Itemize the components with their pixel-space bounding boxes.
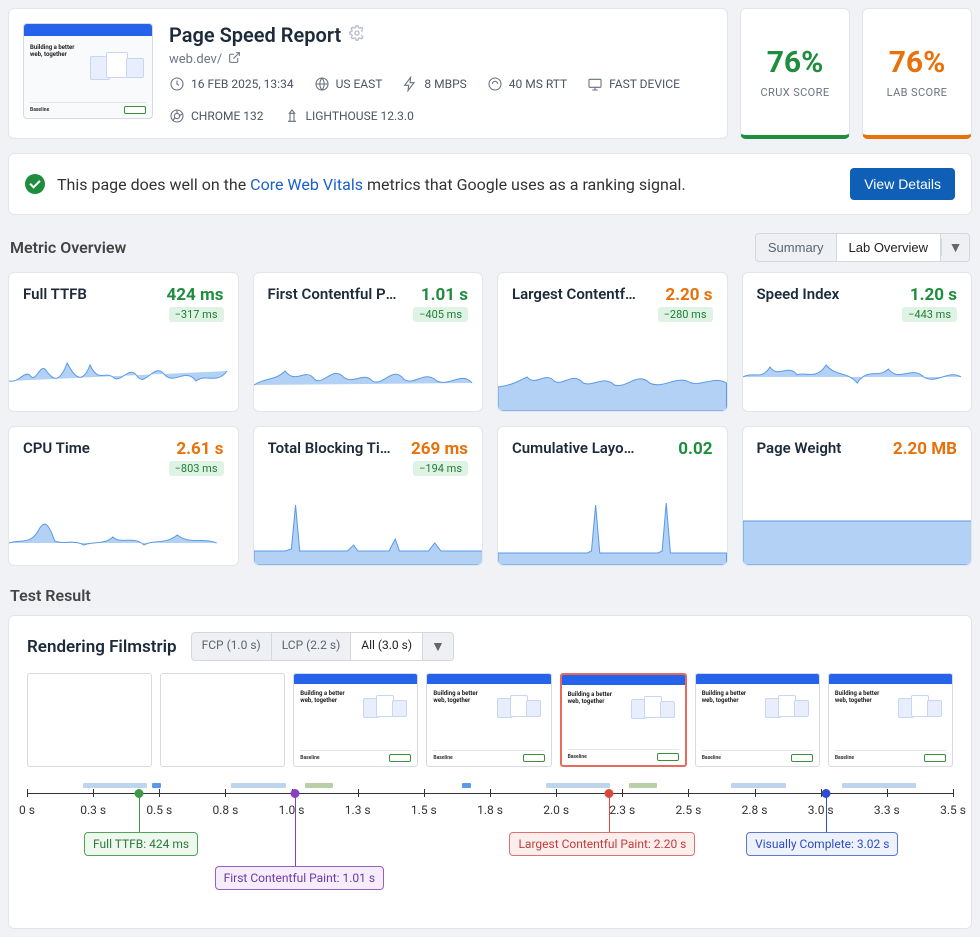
metric-value: 1.01 s xyxy=(421,285,468,305)
rtt-icon xyxy=(487,76,503,92)
metric-delta: −194 ms xyxy=(413,461,468,476)
filmstrip-frame[interactable]: Building a better web, together Baseline xyxy=(293,673,418,767)
report-header-card: Building a better web, together Baseline… xyxy=(8,8,728,139)
external-link-icon[interactable] xyxy=(228,51,241,68)
segment-lab-overview[interactable]: Lab Overview xyxy=(836,234,941,261)
test-meta: 16 FEB 2025, 13:34 US EAST 8 MBPS 40 MS … xyxy=(169,76,713,124)
metric-value: 2.20 s xyxy=(665,285,712,305)
metric-name: First Contentful Pa… xyxy=(268,285,398,305)
filmstrip-frame[interactable]: Building a better web, together Baseline xyxy=(695,673,820,767)
metric-delta: −280 ms xyxy=(658,307,713,322)
cwv-banner: This page does well on the Core Web Vita… xyxy=(8,153,972,215)
pill-lcp[interactable]: LCP (2.2 s) xyxy=(272,633,352,660)
device-icon xyxy=(587,76,603,92)
sparkline xyxy=(743,341,972,411)
timeline-marker-label: First Contentful Paint: 1.01 s xyxy=(215,866,384,890)
metric-delta: −317 ms xyxy=(169,307,224,322)
metric-value: 424 ms xyxy=(167,285,224,305)
overview-segment-control: Summary Lab Overview ▼ xyxy=(755,233,970,262)
sparkline xyxy=(498,495,727,565)
filmstrip-frame[interactable] xyxy=(160,673,285,767)
metric-name: Largest Contentful… xyxy=(512,285,642,305)
metric-delta: −803 ms xyxy=(169,461,224,476)
filmstrip-frame[interactable]: Building a better web, together Baseline xyxy=(560,673,687,767)
lab-score-value: 76% xyxy=(889,45,946,80)
metric-value: 2.61 s xyxy=(176,439,223,459)
timeline-marker-label: Largest Contentful Paint: 2.20 s xyxy=(509,832,695,856)
timeline-marker-label: Visually Complete: 3.02 s xyxy=(746,832,898,856)
banner-text: This page does well on the Core Web Vita… xyxy=(57,175,686,194)
metric-value: 0.02 xyxy=(678,439,712,459)
metric-card[interactable]: Speed Index 1.20 s −443 ms xyxy=(742,272,973,412)
segment-summary[interactable]: Summary xyxy=(756,234,836,261)
page-url: web.dev/ xyxy=(169,52,222,67)
metric-name: Cumulative Layout S… xyxy=(512,439,642,459)
metric-name: Full TTFB xyxy=(23,285,87,305)
metric-name: Total Blocking Ti… xyxy=(268,439,391,459)
sparkline xyxy=(9,495,238,565)
metric-card[interactable]: Page Weight 2.20 MB xyxy=(742,426,973,566)
sparkline xyxy=(254,495,483,565)
gear-icon[interactable] xyxy=(349,25,365,45)
pill-fcp[interactable]: FCP (1.0 s) xyxy=(192,633,272,660)
pill-all[interactable]: All (3.0 s) xyxy=(351,633,423,660)
filmstrip-frame[interactable] xyxy=(27,673,152,767)
page-thumbnail: Building a better web, together Baseline xyxy=(23,23,153,119)
test-result-title: Test Result xyxy=(10,586,970,605)
metric-card[interactable]: First Contentful Pa… 1.01 s −405 ms xyxy=(253,272,484,412)
metric-delta: −443 ms xyxy=(902,307,957,322)
pill-dropdown-icon[interactable]: ▼ xyxy=(423,633,453,660)
crux-score-card: 76% CRUX SCORE xyxy=(740,8,850,139)
bolt-icon xyxy=(402,76,418,92)
timeline-marker-label: Full TTFB: 424 ms xyxy=(84,832,198,856)
metric-card[interactable]: CPU Time 2.61 s −803 ms xyxy=(8,426,239,566)
sparkline xyxy=(254,341,483,411)
sparkline xyxy=(9,341,238,411)
metric-name: Speed Index xyxy=(757,285,840,305)
chrome-icon xyxy=(169,108,185,124)
page-title: Page Speed Report xyxy=(169,23,341,47)
metric-value: 1.20 s xyxy=(910,285,957,305)
cwv-link[interactable]: Core Web Vitals xyxy=(250,175,363,194)
sparkline xyxy=(498,341,727,411)
clock-icon xyxy=(169,76,185,92)
metric-name: CPU Time xyxy=(23,439,90,459)
segment-dropdown-icon[interactable]: ▼ xyxy=(941,239,969,256)
filmstrip-frame[interactable]: Building a better web, together Baseline xyxy=(828,673,953,767)
check-circle-icon xyxy=(25,174,45,194)
metric-card[interactable]: Full TTFB 424 ms −317 ms xyxy=(8,272,239,412)
metric-card[interactable]: Total Blocking Ti… 269 ms −194 ms xyxy=(253,426,484,566)
metric-name: Page Weight xyxy=(757,439,842,459)
filmstrip-card: Rendering Filmstrip FCP (1.0 s) LCP (2.2… xyxy=(8,615,972,929)
lighthouse-icon xyxy=(284,108,300,124)
metric-value: 269 ms xyxy=(411,439,468,459)
sparkline xyxy=(743,495,972,565)
view-details-button[interactable]: View Details xyxy=(850,168,955,200)
globe-icon xyxy=(314,76,330,92)
metric-card[interactable]: Cumulative Layout S… 0.02 xyxy=(497,426,728,566)
metric-overview-title: Metric Overview xyxy=(10,238,126,257)
filmstrip-frame[interactable]: Building a better web, together Baseline xyxy=(426,673,551,767)
thumb-headline: Building a better web, together xyxy=(30,44,80,58)
metric-value: 2.20 MB xyxy=(893,439,957,459)
crux-score-value: 76% xyxy=(767,45,824,80)
filmstrip-segment-control: FCP (1.0 s) LCP (2.2 s) All (3.0 s) ▼ xyxy=(191,632,454,661)
lab-score-card: 76% LAB SCORE xyxy=(862,8,972,139)
metric-card[interactable]: Largest Contentful… 2.20 s −280 ms xyxy=(497,272,728,412)
filmstrip-title: Rendering Filmstrip xyxy=(27,637,177,657)
metric-delta: −405 ms xyxy=(413,307,468,322)
